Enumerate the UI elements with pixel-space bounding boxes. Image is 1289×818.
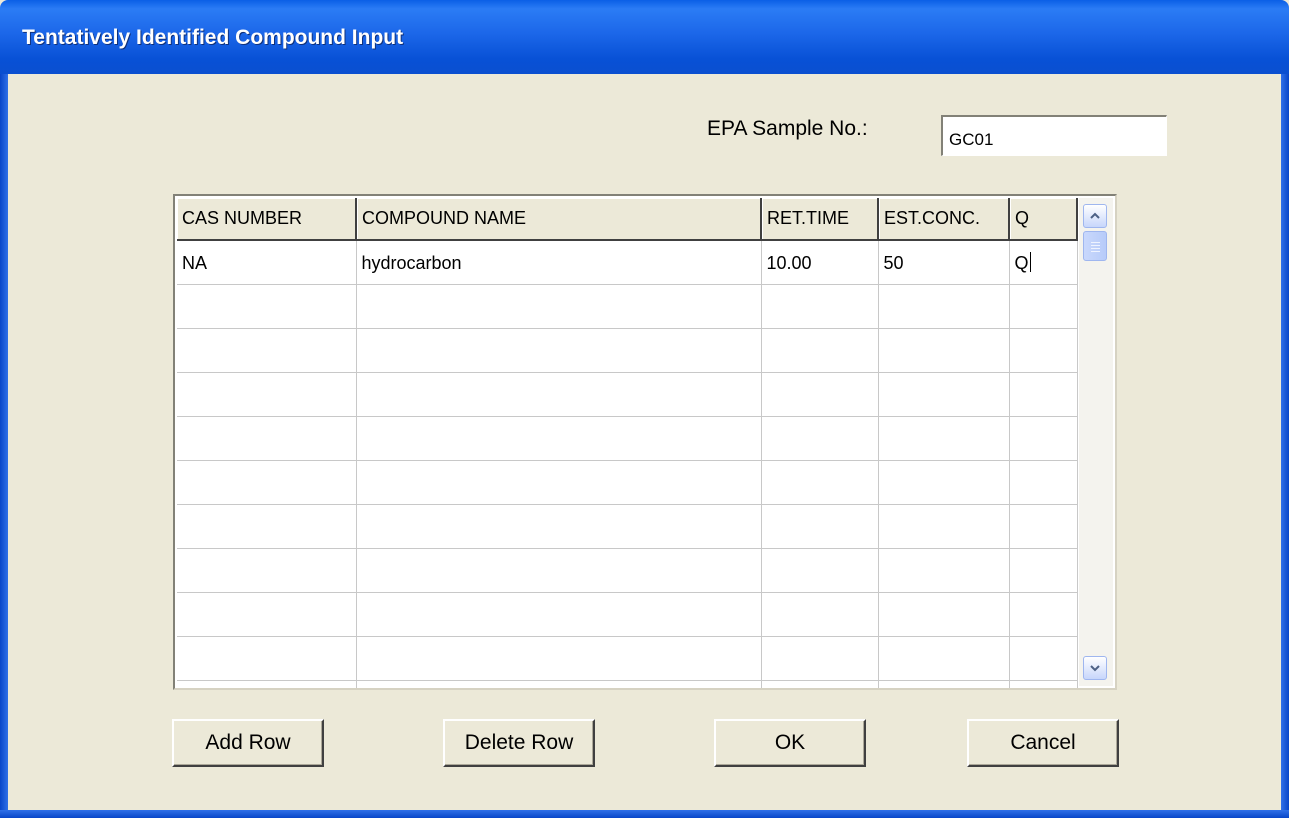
cell-q-editing[interactable]: Q [1009, 240, 1078, 285]
cell-est-conc[interactable]: 50 [878, 240, 1010, 285]
cell-est-conc[interactable] [878, 416, 1010, 461]
cell-est-conc[interactable] [878, 592, 1010, 637]
cell-compound-name[interactable] [356, 636, 762, 681]
delete-row-button[interactable]: Delete Row [443, 719, 595, 767]
cell-ret-time[interactable] [761, 592, 879, 637]
scroll-up-button[interactable] [1083, 204, 1107, 228]
window-frame-right [1281, 74, 1289, 818]
compound-table: CAS NUMBER COMPOUND NAME RET.TIME EST.CO… [177, 198, 1078, 688]
cell-q[interactable] [1009, 504, 1078, 549]
cell-est-conc[interactable] [878, 636, 1010, 681]
thumb-grip-line [1091, 242, 1100, 243]
table-row [177, 460, 1078, 505]
table-row [177, 592, 1078, 637]
table-row [177, 372, 1078, 417]
epa-sample-label: EPA Sample No.: [707, 117, 868, 140]
cell-est-conc[interactable] [878, 548, 1010, 593]
cell-ret-time[interactable] [761, 372, 879, 417]
cell-ret-time[interactable] [761, 284, 879, 329]
cell-q[interactable] [1009, 636, 1078, 681]
table-row [177, 328, 1078, 373]
chevron-down-icon [1090, 665, 1100, 672]
cell-cas-number[interactable] [177, 636, 357, 681]
cell-cas-number[interactable] [177, 460, 357, 505]
cell-est-conc[interactable] [878, 328, 1010, 373]
add-row-button[interactable]: Add Row [172, 719, 324, 767]
cell-compound-name[interactable]: hydrocarbon [356, 240, 762, 285]
cell-cas-number[interactable] [177, 372, 357, 417]
thumb-grip-line [1091, 248, 1100, 249]
cell-cas-number[interactable] [177, 548, 357, 593]
column-header-est-conc[interactable]: EST.CONC. [878, 198, 1010, 241]
cell-q[interactable] [1009, 460, 1078, 505]
cell-compound-name[interactable] [356, 548, 762, 593]
table-row [177, 504, 1078, 549]
cell-est-conc[interactable] [878, 680, 1010, 688]
cell-compound-name[interactable] [356, 284, 762, 329]
cell-ret-time[interactable] [761, 504, 879, 549]
epa-sample-input[interactable] [941, 115, 1167, 156]
cell-ret-time[interactable] [761, 636, 879, 681]
cell-ret-time[interactable] [761, 460, 879, 505]
scroll-down-button[interactable] [1083, 656, 1107, 680]
column-header-q[interactable]: Q [1009, 198, 1078, 241]
text-caret [1029, 252, 1031, 273]
cell-est-conc[interactable] [878, 504, 1010, 549]
thumb-grip-line [1091, 245, 1100, 246]
cell-cas-number[interactable] [177, 416, 357, 461]
column-header-ret-time[interactable]: RET.TIME [761, 198, 879, 241]
grid-vertical-scrollbar[interactable] [1079, 198, 1113, 686]
cell-compound-name[interactable] [356, 416, 762, 461]
column-header-cas-number[interactable]: CAS NUMBER [177, 198, 357, 241]
window-frame-left [0, 74, 8, 818]
cell-compound-name[interactable] [356, 328, 762, 373]
cell-est-conc[interactable] [878, 284, 1010, 329]
cell-compound-name[interactable] [356, 460, 762, 505]
table-row [177, 636, 1078, 681]
cell-ret-time[interactable] [761, 416, 879, 461]
table-row [177, 680, 1078, 688]
cell-cas-number[interactable] [177, 592, 357, 637]
column-header-compound-name[interactable]: COMPOUND NAME [356, 198, 762, 241]
cell-ret-time[interactable] [761, 680, 879, 688]
cell-cas-number[interactable]: NA [177, 240, 357, 285]
cell-q[interactable] [1009, 680, 1078, 688]
chevron-up-icon [1090, 212, 1100, 219]
table-row [177, 416, 1078, 461]
cell-ret-time[interactable] [761, 548, 879, 593]
cell-cas-number[interactable] [177, 680, 357, 688]
window-frame-bottom [0, 810, 1289, 818]
cell-compound-name[interactable] [356, 680, 762, 688]
window-title: Tentatively Identified Compound Input [22, 26, 404, 49]
cancel-button[interactable]: Cancel [967, 719, 1119, 767]
cell-ret-time[interactable]: 10.00 [761, 240, 879, 285]
cell-est-conc[interactable] [878, 460, 1010, 505]
cell-compound-name[interactable] [356, 592, 762, 637]
cell-q[interactable] [1009, 592, 1078, 637]
table-row [177, 284, 1078, 329]
cell-q[interactable] [1009, 372, 1078, 417]
cell-cas-number[interactable] [177, 284, 357, 329]
thumb-grip-line [1091, 251, 1100, 252]
grid-header-row: CAS NUMBER COMPOUND NAME RET.TIME EST.CO… [177, 198, 1078, 241]
cell-cas-number[interactable] [177, 328, 357, 373]
ok-button[interactable]: OK [714, 719, 866, 767]
cell-ret-time[interactable] [761, 328, 879, 373]
cell-est-conc[interactable] [878, 372, 1010, 417]
compound-grid[interactable]: CAS NUMBER COMPOUND NAME RET.TIME EST.CO… [173, 194, 1117, 690]
cell-q[interactable] [1009, 284, 1078, 329]
scroll-thumb[interactable] [1083, 231, 1107, 261]
cell-q[interactable] [1009, 416, 1078, 461]
dialog-window: Tentatively Identified Compound Input EP… [0, 0, 1289, 818]
cell-compound-name[interactable] [356, 372, 762, 417]
cell-q: Q [1014, 253, 1029, 274]
cell-q[interactable] [1009, 328, 1078, 373]
cell-cas-number[interactable] [177, 504, 357, 549]
table-row: NA hydrocarbon 10.00 50 Q [177, 240, 1078, 285]
table-row [177, 548, 1078, 593]
title-bar[interactable]: Tentatively Identified Compound Input [0, 0, 1289, 74]
cell-compound-name[interactable] [356, 504, 762, 549]
cell-q[interactable] [1009, 548, 1078, 593]
